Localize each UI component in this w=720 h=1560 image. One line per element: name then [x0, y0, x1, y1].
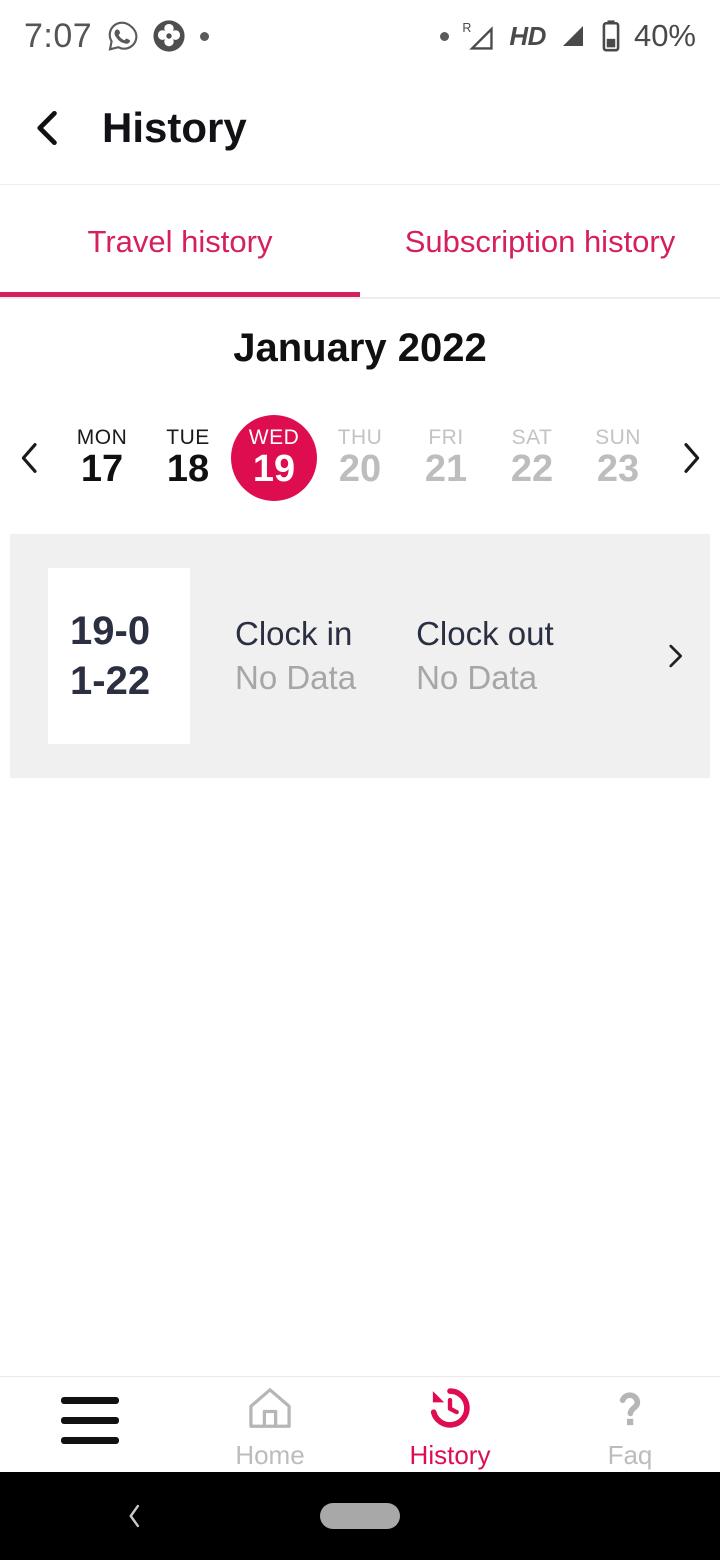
- android-gesture-bar: [0, 1472, 720, 1560]
- tab-subscription-history-label: Subscription history: [404, 223, 676, 259]
- nav-item-history-label: History: [409, 1439, 491, 1470]
- home-icon: [244, 1382, 296, 1434]
- day-cell-fri[interactable]: FRI 21: [403, 415, 489, 501]
- battery-percent-label: 40%: [633, 18, 696, 53]
- bottom-navigation-bar: Home History Faq: [0, 1376, 720, 1472]
- day-number-label: 19: [252, 448, 296, 490]
- day-cell-wed-selected[interactable]: WED 19: [231, 414, 317, 501]
- notification-dot-icon: [200, 31, 210, 41]
- chevron-left-icon: [10, 438, 50, 478]
- day-number-label: 18: [166, 448, 210, 490]
- page-title: History: [102, 104, 247, 151]
- question-mark-icon: [604, 1382, 656, 1434]
- next-week-button[interactable]: [661, 405, 720, 510]
- status-bar-right: R HD 40%: [440, 18, 696, 54]
- day-number-label: 20: [338, 448, 382, 490]
- nav-item-home[interactable]: Home: [180, 1377, 360, 1472]
- clock-out-label: Clock out: [416, 615, 554, 653]
- week-days: MON 17 TUE 18 WED 19 THU 20 FRI 21 SAT 2…: [59, 405, 661, 510]
- clock-out-value: No Data: [416, 659, 538, 696]
- chevron-right-icon: [658, 639, 692, 673]
- clover-icon: [152, 19, 186, 53]
- day-dow-label: WED: [248, 426, 300, 449]
- system-home-pill[interactable]: [320, 1503, 400, 1529]
- clock-in-value: No Data: [235, 659, 357, 696]
- clock-columns: Clock in No Data Clock out No Data: [190, 614, 640, 697]
- prev-week-button[interactable]: [0, 405, 59, 510]
- nav-item-home-label: Home: [235, 1439, 305, 1470]
- nav-item-history[interactable]: History: [360, 1377, 540, 1472]
- travel-history-row[interactable]: 19-01-22 Clock in No Data Clock out No D…: [10, 534, 710, 778]
- day-dow-label: MON: [76, 426, 128, 449]
- history-clock-icon: [424, 1382, 476, 1434]
- app-bar: History: [0, 72, 720, 185]
- signal-icon: [558, 21, 588, 51]
- status-dot-icon: [440, 31, 450, 41]
- day-cell-sat[interactable]: SAT 22: [489, 415, 575, 501]
- battery-icon: [600, 19, 622, 53]
- clock-in-label: Clock in: [235, 615, 353, 653]
- back-button[interactable]: [0, 72, 96, 184]
- whatsapp-icon: [106, 20, 138, 52]
- nav-item-menu[interactable]: [0, 1377, 180, 1472]
- status-bar-clock: 7:07: [24, 16, 93, 55]
- day-dow-label: THU: [337, 426, 383, 449]
- system-back-button[interactable]: [118, 1499, 152, 1533]
- day-dow-label: SUN: [595, 426, 641, 449]
- clock-in-column: Clock in No Data: [235, 614, 356, 697]
- nav-item-faq-label: Faq: [607, 1439, 653, 1470]
- svg-text:R: R: [463, 21, 472, 35]
- day-cell-tue[interactable]: TUE 18: [145, 415, 231, 501]
- day-dow-label: FRI: [428, 426, 464, 449]
- status-bar-left: 7:07: [24, 16, 210, 56]
- day-cell-mon[interactable]: MON 17: [59, 415, 145, 501]
- day-number-label: 17: [80, 448, 124, 490]
- tab-subscription-history[interactable]: Subscription history: [360, 186, 720, 297]
- date-badge-label: 19-01-22: [70, 609, 151, 703]
- day-dow-label: TUE: [166, 426, 210, 449]
- status-bar: 7:07 R HD 40%: [0, 0, 720, 72]
- week-strip: MON 17 TUE 18 WED 19 THU 20 FRI 21 SAT 2…: [0, 405, 720, 510]
- hd-icon: HD: [509, 20, 546, 51]
- day-number-label: 22: [510, 448, 554, 490]
- day-number-label: 23: [596, 448, 640, 490]
- tab-bar: Travel history Subscription history: [0, 186, 720, 299]
- day-cell-sun[interactable]: SUN 23: [575, 415, 661, 501]
- nav-item-faq[interactable]: Faq: [540, 1377, 720, 1472]
- day-dow-label: SAT: [511, 426, 553, 449]
- roaming-signal-icon: R: [461, 19, 497, 53]
- row-detail-button[interactable]: [640, 639, 710, 673]
- day-number-label: 21: [424, 448, 468, 490]
- chevron-left-icon: [26, 106, 70, 150]
- tab-travel-history[interactable]: Travel history: [0, 186, 360, 297]
- month-title: January 2022: [233, 326, 487, 370]
- chevron-right-icon: [671, 438, 711, 478]
- tab-travel-history-label: Travel history: [87, 223, 273, 259]
- day-cell-thu[interactable]: THU 20: [317, 415, 403, 501]
- phone-screen: 7:07 R HD 40% History Travel history Sub…: [0, 0, 720, 1560]
- hamburger-menu-icon: [61, 1397, 119, 1444]
- clock-out-column: Clock out No Data: [416, 614, 554, 697]
- date-badge: 19-01-22: [48, 568, 190, 744]
